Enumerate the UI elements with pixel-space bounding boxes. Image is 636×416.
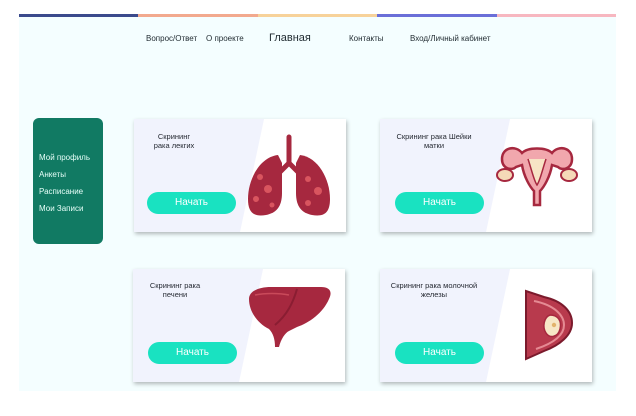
sidebar-item-appointments[interactable]: Мои Записи bbox=[39, 200, 103, 217]
liver-icon bbox=[249, 287, 331, 347]
uterus-icon bbox=[496, 146, 578, 207]
sidebar-item-profile[interactable]: Мой профиль bbox=[39, 149, 103, 166]
page: Вопрос/Ответ О проекте Главная Контакты … bbox=[19, 14, 616, 391]
card-title-line: Скрининг рака Шейки bbox=[396, 132, 472, 141]
nav-faq[interactable]: Вопрос/Ответ bbox=[146, 34, 197, 43]
sidebar-item-questionnaires[interactable]: Анкеты bbox=[39, 166, 103, 183]
card-title-line: печени bbox=[162, 290, 188, 299]
start-button[interactable]: Начать bbox=[148, 342, 237, 364]
nav-contacts[interactable]: Контакты bbox=[349, 34, 384, 43]
card-lung-screening: Скрининг рака лекгих Начать bbox=[134, 119, 346, 232]
sidebar: Мой профиль Анкеты Расписание Мои Записи bbox=[33, 118, 103, 244]
nav-login-cabinet[interactable]: Вход/Личный кабинет bbox=[410, 34, 491, 43]
card-title: Скрининг рака Шейки матки bbox=[386, 132, 482, 150]
card-liver-screening: Скрининг рака печени Начать bbox=[133, 269, 345, 382]
sidebar-item-schedule[interactable]: Расписание bbox=[39, 183, 103, 200]
card-breast-screening: Скрининг рака молочной железы Начать bbox=[380, 269, 592, 382]
card-title-line: Скрининг рака молочной bbox=[390, 281, 478, 290]
start-button[interactable]: Начать bbox=[147, 192, 236, 214]
start-button[interactable]: Начать bbox=[395, 192, 484, 214]
card-title-line: рака лекгих bbox=[153, 141, 195, 150]
card-cervical-screening: Скрининг рака Шейки матки Начать bbox=[380, 119, 592, 232]
card-title: Скрининг рака лекгих bbox=[140, 132, 208, 150]
card-title-line: Скрининг рака bbox=[149, 281, 201, 290]
card-title-line: Скрининг bbox=[157, 132, 191, 141]
start-button[interactable]: Начать bbox=[395, 342, 484, 364]
card-title-line: матки bbox=[423, 141, 445, 150]
nav-home[interactable]: Главная bbox=[269, 32, 311, 44]
card-title-line: железы bbox=[420, 290, 448, 299]
nav-about[interactable]: О проекте bbox=[206, 34, 244, 43]
card-title: Скрининг рака печени bbox=[139, 281, 211, 299]
breast-icon bbox=[525, 289, 574, 361]
lungs-icon bbox=[248, 134, 330, 216]
top-navigation: Вопрос/Ответ О проекте Главная Контакты … bbox=[19, 32, 616, 50]
card-title: Скрининг рака молочной железы bbox=[386, 281, 482, 299]
top-color-line bbox=[19, 14, 616, 17]
